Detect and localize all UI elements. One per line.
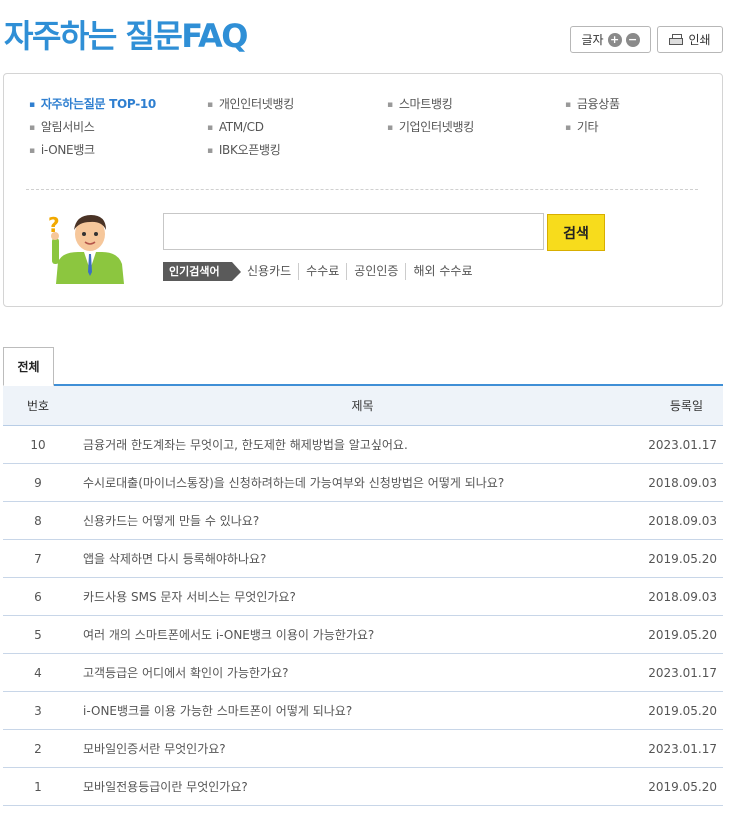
row-date: 2019.05.20 — [648, 779, 717, 794]
font-size-label: 글자 — [581, 33, 604, 47]
bullet-icon: ▪ — [565, 122, 571, 133]
print-button[interactable]: 인쇄 — [657, 26, 723, 53]
row-date: 2019.05.20 — [648, 551, 717, 566]
row-date: 2018.09.03 — [648, 513, 717, 528]
font-decrease-button[interactable]: − — [625, 32, 640, 47]
popular-keyword[interactable]: 해외 수수료 — [406, 263, 479, 280]
row-number: 10 — [30, 437, 46, 452]
font-increase-button[interactable]: + — [607, 32, 622, 47]
row-title-link[interactable]: 모바일인증서란 무엇인가요? — [73, 740, 633, 757]
category-ione-bank[interactable]: ▪ i-ONE뱅크 — [29, 142, 95, 159]
bullet-icon: ▪ — [387, 122, 393, 133]
table-row: 8 신용카드는 어떻게 만들 수 있나요? 2018.09.03 — [3, 502, 723, 540]
header-date: 등록일 — [669, 399, 703, 413]
row-title-link[interactable]: 금융거래 한도계좌는 무엇이고, 한도제한 해제방법을 알고싶어요. — [73, 436, 633, 453]
table-row: 10 금융거래 한도계좌는 무엇이고, 한도제한 해제방법을 알고싶어요. 20… — [3, 426, 723, 464]
printer-icon — [669, 34, 684, 45]
popular-keywords-label: 인기검색어 — [163, 262, 241, 281]
row-date: 2019.05.20 — [648, 627, 717, 642]
category-atm-cd[interactable]: ▪ ATM/CD — [207, 119, 264, 136]
header-title: 제목 — [351, 399, 374, 413]
row-date: 2023.01.17 — [648, 437, 717, 452]
row-title-link[interactable]: 고객등급은 어디에서 확인이 가능한가요? — [73, 664, 633, 681]
row-number: 4 — [34, 665, 42, 680]
row-title-link[interactable]: 수시로대출(마이너스통장)을 신청하려하는데 가능여부와 신청방법은 어떻게 되… — [73, 474, 633, 491]
row-date: 2019.05.20 — [648, 703, 717, 718]
row-title-link[interactable]: 모바일전용등급이란 무엇인가요? — [73, 778, 633, 795]
category-etc[interactable]: ▪ 기타 — [565, 119, 599, 136]
category-top10[interactable]: ▪ 자주하는질문 TOP-10 — [29, 96, 156, 113]
table-row: 2 모바일인증서란 무엇인가요? 2023.01.17 — [3, 730, 723, 768]
tab-all[interactable]: 전체 — [3, 347, 54, 386]
row-title-link[interactable]: 카드사용 SMS 문자 서비스는 무엇인가요? — [73, 588, 633, 605]
row-number: 6 — [34, 589, 42, 604]
popular-keywords-list: 신용카드 수수료 공인인증 해외 수수료 — [247, 263, 479, 280]
search-input[interactable] — [163, 213, 544, 250]
popular-keyword[interactable]: 공인인증 — [347, 263, 407, 280]
search-button[interactable]: 검색 — [547, 214, 605, 251]
category-corporate-internet-banking[interactable]: ▪ 기업인터넷뱅킹 — [387, 119, 474, 136]
category-panel: ▪ 자주하는질문 TOP-10 ▪ 개인인터넷뱅킹 ▪ 스마트뱅킹 ▪ 금융상품 ▪ 알림… — [3, 73, 723, 307]
row-title-link[interactable]: i-ONE뱅크를 이용 가능한 스마트폰이 어떻게 되나요? — [73, 702, 633, 719]
row-number: 3 — [34, 703, 42, 718]
bullet-icon: ▪ — [207, 145, 213, 156]
table-row: 5 여러 개의 스마트폰에서도 i-ONE뱅크 이용이 가능한가요? 2019.… — [3, 616, 723, 654]
table-row: 9 수시로대출(마이너스통장)을 신청하려하는데 가능여부와 신청방법은 어떻게… — [3, 464, 723, 502]
row-title-link[interactable]: 앱을 삭제하면 다시 등록해야하나요? — [73, 550, 633, 567]
category-personal-internet-banking[interactable]: ▪ 개인인터넷뱅킹 — [207, 96, 294, 113]
divider — [26, 189, 698, 190]
table-row: 3 i-ONE뱅크를 이용 가능한 스마트폰이 어떻게 되나요? 2019.05… — [3, 692, 723, 730]
row-number: 9 — [34, 475, 42, 490]
popular-keyword[interactable]: 신용카드 — [247, 263, 300, 280]
header-number: 번호 — [26, 399, 50, 413]
table-row: 1 모바일전용등급이란 무엇인가요? 2019.05.20 — [3, 768, 723, 806]
category-alert-service[interactable]: ▪ 알림서비스 — [29, 119, 95, 136]
row-number: 7 — [34, 551, 42, 566]
row-date: 2023.01.17 — [648, 665, 717, 680]
bullet-icon: ▪ — [29, 99, 35, 110]
row-title-link[interactable]: 신용카드는 어떻게 만들 수 있나요? — [73, 512, 633, 529]
print-label: 인쇄 — [688, 33, 711, 47]
help-person-illustration: ? — [48, 213, 124, 284]
table-row: 4 고객등급은 어디에서 확인이 가능한가요? 2023.01.17 — [3, 654, 723, 692]
row-date: 2018.09.03 — [648, 475, 717, 490]
row-date: 2023.01.17 — [648, 741, 717, 756]
row-number: 5 — [34, 627, 42, 642]
popular-keyword[interactable]: 수수료 — [299, 263, 348, 280]
font-size-control: 글자 + − — [570, 26, 651, 53]
bullet-icon: ▪ — [387, 99, 393, 110]
table-row: 7 앱을 삭제하면 다시 등록해야하나요? 2019.05.20 — [3, 540, 723, 578]
table-header: 번호 제목 등록일 — [3, 386, 723, 426]
row-number: 1 — [34, 779, 42, 794]
row-title-link[interactable]: 여러 개의 스마트폰에서도 i-ONE뱅크 이용이 가능한가요? — [73, 626, 633, 643]
faq-table-body: 10 금융거래 한도계좌는 무엇이고, 한도제한 해제방법을 알고싶어요. 20… — [3, 426, 723, 806]
table-row: 6 카드사용 SMS 문자 서비스는 무엇인가요? 2018.09.03 — [3, 578, 723, 616]
row-number: 8 — [34, 513, 42, 528]
bullet-icon: ▪ — [29, 145, 35, 156]
bullet-icon: ▪ — [207, 99, 213, 110]
bullet-icon: ▪ — [565, 99, 571, 110]
category-financial-products[interactable]: ▪ 금융상품 — [565, 96, 620, 113]
category-smart-banking[interactable]: ▪ 스마트뱅킹 — [387, 96, 453, 113]
row-number: 2 — [34, 741, 42, 756]
bullet-icon: ▪ — [207, 122, 213, 133]
page-title: 자주하는 질문FAQ — [4, 17, 248, 55]
row-date: 2018.09.03 — [648, 589, 717, 604]
bullet-icon: ▪ — [29, 122, 35, 133]
category-ibk-open-banking[interactable]: ▪ IBK오픈뱅킹 — [207, 142, 281, 159]
